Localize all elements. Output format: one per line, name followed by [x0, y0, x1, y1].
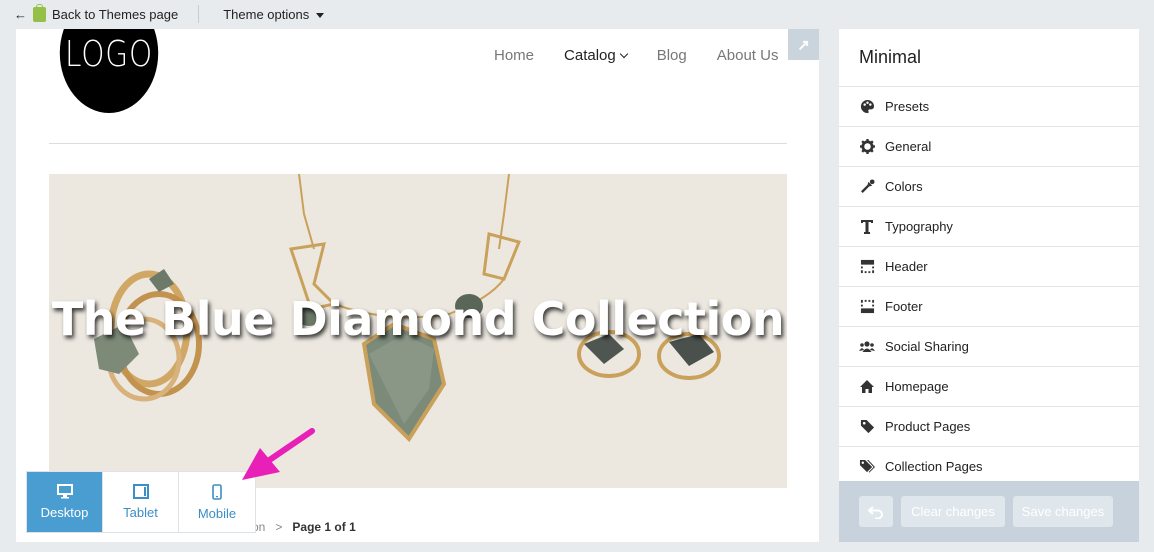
header-divider [49, 143, 787, 144]
device-switcher: Desktop Tablet Mobile [26, 471, 256, 533]
menu-item-label: Footer [885, 299, 923, 314]
device-tablet-button[interactable]: Tablet [103, 472, 179, 532]
back-to-themes-link[interactable]: ← Back to Themes page [0, 0, 178, 28]
store-logo[interactable]: LOGO [59, 29, 159, 113]
breadcrumb-current: Page 1 of 1 [292, 520, 356, 534]
device-mobile-label: Mobile [197, 505, 237, 521]
breadcrumb-separator: > [275, 520, 283, 534]
typography-icon [859, 219, 875, 235]
theme-settings-panel: Minimal Presets General Colors Typograph… [839, 29, 1139, 542]
device-tablet-label: Tablet [123, 505, 158, 520]
nav-catalog[interactable]: Catalog [564, 47, 628, 64]
menu-item-label: Colors [885, 179, 923, 194]
eyedropper-icon [859, 179, 875, 195]
arrow-left-icon: ← [14, 6, 27, 22]
menu-item-presets[interactable]: Presets [839, 87, 1139, 127]
theme-options-dropdown[interactable]: Theme options [223, 6, 325, 22]
menu-item-header[interactable]: Header [839, 247, 1139, 287]
header-icon [859, 259, 875, 275]
pointer-arrow-icon [242, 428, 315, 480]
menu-item-label: Social Sharing [885, 339, 969, 354]
back-label: Back to Themes page [52, 6, 179, 22]
expand-preview-icon[interactable]: ↗ [788, 29, 819, 60]
nav-catalog-label: Catalog [564, 47, 616, 64]
menu-item-homepage[interactable]: Homepage [839, 367, 1139, 407]
undo-icon [868, 505, 883, 519]
menu-item-label: General [885, 139, 932, 154]
menu-item-label: Presets [885, 99, 930, 114]
gear-icon [859, 139, 875, 155]
tablet-icon [132, 484, 149, 499]
shopify-bag-icon [33, 3, 46, 22]
store-preview: LOGO Home Catalog Blog About Us ↗ The Bl… [16, 29, 819, 542]
nav-about-us[interactable]: About Us [717, 47, 779, 64]
mobile-icon [212, 483, 222, 500]
footer-icon [859, 299, 875, 315]
menu-item-general[interactable]: General [839, 127, 1139, 167]
menu-item-label: Collection Pages [885, 459, 983, 474]
clear-changes-button[interactable]: Clear changes [901, 496, 1005, 527]
device-desktop-label: Desktop [40, 505, 89, 520]
store-nav: Home Catalog Blog About Us [494, 47, 808, 64]
theme-options-label: Theme options [223, 6, 310, 22]
menu-item-typography[interactable]: Typography [839, 207, 1139, 247]
menu-item-footer[interactable]: Footer [839, 287, 1139, 327]
menu-item-label: Header [885, 259, 928, 274]
breadcrumb: on > Page 1 of 1 [252, 520, 356, 534]
tags-icon [859, 459, 875, 475]
panel-footer: Clear changes Save changes [839, 481, 1139, 542]
divider [198, 5, 200, 23]
chevron-down-icon [619, 49, 628, 59]
menu-item-label: Homepage [885, 379, 949, 394]
nav-blog[interactable]: Blog [657, 47, 687, 64]
top-bar: ← Back to Themes page Theme options [0, 0, 1154, 28]
device-desktop-button[interactable]: Desktop [27, 472, 103, 532]
home-icon [859, 379, 875, 395]
menu-item-colors[interactable]: Colors [839, 167, 1139, 207]
users-icon [859, 339, 875, 355]
palette-icon [859, 99, 875, 115]
nav-home[interactable]: Home [494, 47, 534, 64]
tag-icon [859, 419, 875, 435]
menu-item-social-sharing[interactable]: Social Sharing [839, 327, 1139, 367]
hero-banner[interactable]: The Blue Diamond Collection [49, 174, 787, 488]
menu-item-product-pages[interactable]: Product Pages [839, 407, 1139, 447]
hero-title: The Blue Diamond Collection [51, 292, 785, 346]
caret-down-icon [316, 12, 325, 18]
menu-item-label: Product Pages [885, 419, 971, 434]
save-changes-button[interactable]: Save changes [1013, 496, 1113, 527]
undo-button[interactable] [859, 496, 893, 527]
menu-item-label: Typography [885, 219, 953, 234]
panel-title: Minimal [839, 29, 1139, 87]
desktop-icon [56, 484, 73, 499]
